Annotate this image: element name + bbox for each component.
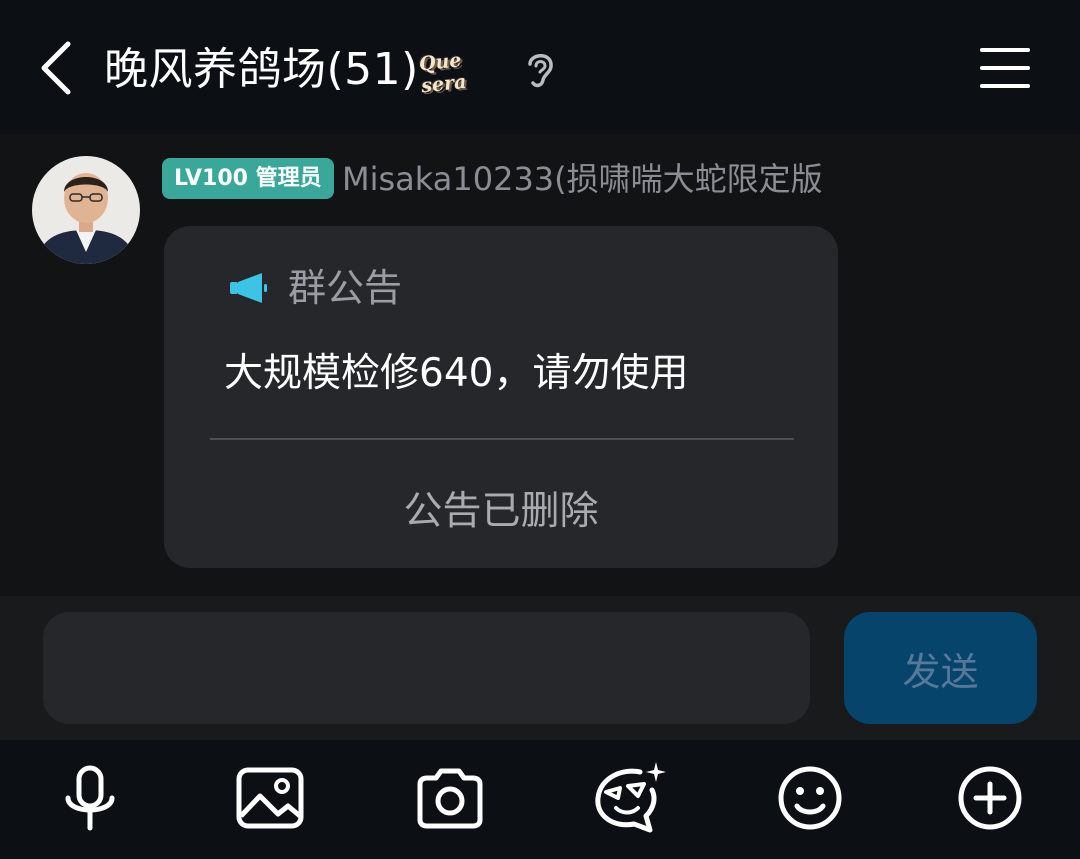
sticker-button[interactable] [590, 758, 670, 838]
back-button[interactable] [34, 38, 78, 98]
hamburger-menu-icon [980, 48, 1030, 88]
bottom-toolbar [0, 740, 1080, 859]
level-badge: LV100 管理员 [162, 158, 334, 199]
divider [210, 438, 794, 440]
announcement-body: 大规模检修640，请勿使用 [224, 351, 689, 396]
sender-avatar[interactable] [32, 156, 140, 264]
message-input[interactable] [43, 612, 810, 724]
chat-title: 晚风养鸽场(51) [104, 44, 419, 95]
hearing-button[interactable] [522, 48, 558, 90]
send-button[interactable]: 发送 [844, 612, 1037, 724]
microphone-icon [65, 765, 115, 831]
camera-button[interactable] [410, 758, 490, 838]
composer-bar: 发送 [0, 596, 1080, 740]
announcement-label: 群公告 [288, 266, 403, 310]
brand-badge: Que sera [417, 49, 468, 98]
more-button[interactable] [950, 758, 1030, 838]
sticker-icon [595, 762, 666, 833]
megaphone-icon [228, 270, 268, 306]
menu-button[interactable] [978, 44, 1032, 92]
emoji-icon [778, 766, 842, 830]
image-button[interactable] [230, 758, 310, 838]
camera-icon [417, 768, 483, 829]
announcement-card[interactable]: 群公告 大规模检修640，请勿使用 公告已删除 [164, 226, 838, 568]
voice-button[interactable] [50, 758, 130, 838]
chevron-left-icon [41, 41, 71, 95]
user-avatar [32, 156, 140, 264]
emoji-button[interactable] [770, 758, 850, 838]
chat-header: 晚风养鸽场(51) Que sera [0, 0, 1080, 134]
announcement-status: 公告已删除 [403, 489, 599, 534]
image-icon [236, 767, 304, 829]
ear-icon [528, 54, 553, 88]
sender-name[interactable]: Misaka10233(损啸喘大蛇限定版 [342, 156, 823, 202]
plus-icon [958, 766, 1022, 830]
